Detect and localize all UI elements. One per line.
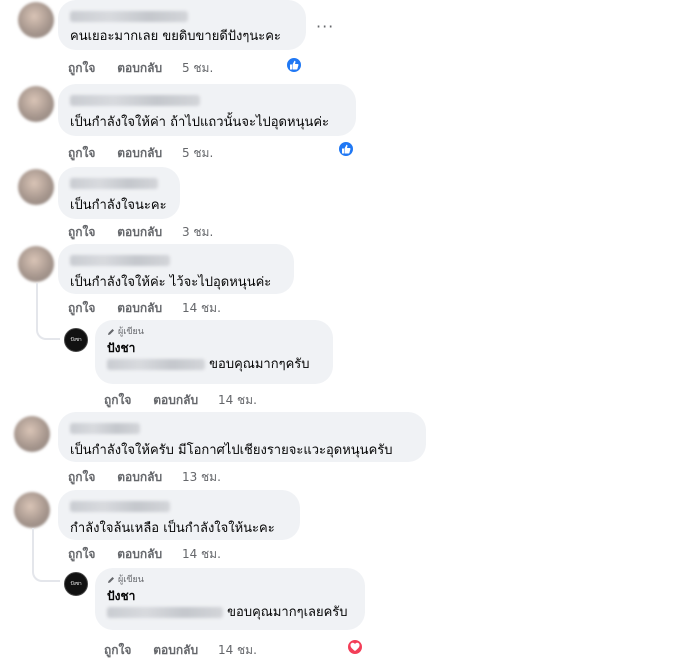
comment-text: เป็นกำลังใจให้ค่า ถ้าไปแถวนั้นจะไปอุดหนุ… <box>70 115 330 130</box>
comment-bubble: เป็นกำลังใจให้ค่ะ ไว้จะไปอุดหนุนค่ะ <box>58 244 294 294</box>
commenter-avatar[interactable] <box>18 86 54 122</box>
reply-actions: ถูกใจ ตอบกลับ 14 ชม. <box>104 391 257 410</box>
commenter-name[interactable] <box>70 91 344 110</box>
reply-button[interactable]: ตอบกลับ <box>117 468 162 487</box>
comment-timestamp[interactable]: 13 ชม. <box>182 468 221 487</box>
like-button[interactable]: ถูกใจ <box>68 223 95 242</box>
reply-text: ขอบคุณมากๆเลยครับ <box>227 605 348 620</box>
reply-timestamp[interactable]: 14 ชม. <box>218 391 257 410</box>
like-button[interactable]: ถูกใจ <box>68 468 95 487</box>
page-avatar[interactable]: ปังชา <box>64 572 88 596</box>
comment-text: เป็นกำลังใจนะคะ <box>70 198 167 213</box>
comment-bubble: เป็นกำลังใจให้ครับ มีโอกาศไปเชียงรายจะแว… <box>58 412 426 462</box>
author-badge: ผู้เขียน <box>107 326 321 338</box>
commenter-avatar[interactable] <box>18 246 54 282</box>
like-reaction-icon[interactable] <box>285 56 303 74</box>
like-reaction-icon[interactable] <box>337 140 355 158</box>
comment-actions: ถูกใจ ตอบกลับ 14 ชม. <box>68 299 221 318</box>
comment-text: เป็นกำลังใจให้ครับ มีโอกาศไปเชียงรายจะแว… <box>70 443 393 458</box>
comment-actions: ถูกใจ ตอบกลับ 5 ชม. <box>68 144 213 163</box>
like-button[interactable]: ถูกใจ <box>68 144 95 163</box>
commenter-avatar[interactable] <box>18 2 54 38</box>
comment-bubble: คนเยอะมากเลย ขยดิบขายดีปังๆนะคะ <box>58 0 306 50</box>
reply-actions: ถูกใจ ตอบกลับ 14 ชม. <box>104 641 257 660</box>
comment-bubble: เป็นกำลังใจให้ค่า ถ้าไปแถวนั้นจะไปอุดหนุ… <box>58 84 356 136</box>
comment-actions: ถูกใจ ตอบกลับ 3 ชม. <box>68 223 213 242</box>
reply-button[interactable]: ตอบกลับ <box>117 545 162 564</box>
commenter-name[interactable] <box>70 7 294 26</box>
comment-actions: ถูกใจ ตอบกลับ 5 ชม. <box>68 59 213 78</box>
commenter-name[interactable] <box>70 497 288 516</box>
like-button[interactable]: ถูกใจ <box>104 641 131 660</box>
reply-button[interactable]: ตอบกลับ <box>117 223 162 242</box>
reply-button[interactable]: ตอบกลับ <box>153 391 198 410</box>
reply-text: ขอบคุณมากๆครับ <box>209 357 310 372</box>
reply-text-line: ขอบคุณมากๆครับ <box>107 356 321 374</box>
like-button[interactable]: ถูกใจ <box>68 545 95 564</box>
reply-thread-line <box>36 283 60 340</box>
reply-button[interactable]: ตอบกลับ <box>117 144 162 163</box>
comment-timestamp[interactable]: 3 ชม. <box>182 223 213 242</box>
reply-thread-line <box>32 528 60 582</box>
comment-text: เป็นกำลังใจให้ค่ะ ไว้จะไปอุดหนุนค่ะ <box>70 275 272 290</box>
comment-timestamp[interactable]: 14 ชม. <box>182 299 221 318</box>
comment-timestamp[interactable]: 14 ชม. <box>182 545 221 564</box>
comment-actions: ถูกใจ ตอบกลับ 14 ชม. <box>68 545 221 564</box>
pen-icon <box>108 329 114 335</box>
commenter-name[interactable] <box>70 251 282 270</box>
love-reaction-icon[interactable] <box>346 638 364 656</box>
pen-icon <box>108 577 114 583</box>
reply-bubble: ผู้เขียน ปังชา ขอบคุณมากๆเลยครับ <box>95 568 365 630</box>
page-avatar[interactable]: ปังชา <box>64 328 88 352</box>
comment-timestamp[interactable]: 5 ชม. <box>182 59 213 78</box>
reply-bubble: ผู้เขียน ปังชา ขอบคุณมากๆครับ <box>95 320 333 384</box>
reply-timestamp[interactable]: 14 ชม. <box>218 641 257 660</box>
more-options-icon[interactable]: ··· <box>316 19 334 35</box>
like-button[interactable]: ถูกใจ <box>68 299 95 318</box>
reply-button[interactable]: ตอบกลับ <box>117 59 162 78</box>
comment-text: คนเยอะมากเลย ขยดิบขายดีปังๆนะคะ <box>70 29 281 44</box>
tagged-name[interactable] <box>107 607 223 618</box>
tagged-name[interactable] <box>107 359 205 370</box>
commenter-name[interactable] <box>70 419 414 438</box>
like-button[interactable]: ถูกใจ <box>68 59 95 78</box>
reply-button[interactable]: ตอบกลับ <box>117 299 162 318</box>
author-name[interactable]: ปังชา <box>107 340 321 356</box>
comment-text: กำลังใจล้นเหลือ เป็นกำลังใจให้นะคะ <box>70 521 275 536</box>
commenter-avatar[interactable] <box>14 492 50 528</box>
author-badge: ผู้เขียน <box>107 574 353 586</box>
commenter-avatar[interactable] <box>14 416 50 452</box>
reply-text-line: ขอบคุณมากๆเลยครับ <box>107 604 353 622</box>
comment-timestamp[interactable]: 5 ชม. <box>182 144 213 163</box>
reply-button[interactable]: ตอบกลับ <box>153 641 198 660</box>
comment-bubble: เป็นกำลังใจนะคะ <box>58 167 180 219</box>
comment-actions: ถูกใจ ตอบกลับ 13 ชม. <box>68 468 221 487</box>
author-name[interactable]: ปังชา <box>107 588 353 604</box>
commenter-name[interactable] <box>70 174 168 193</box>
comment-bubble: กำลังใจล้นเหลือ เป็นกำลังใจให้นะคะ <box>58 490 300 540</box>
commenter-avatar[interactable] <box>18 169 54 205</box>
like-button[interactable]: ถูกใจ <box>104 391 131 410</box>
